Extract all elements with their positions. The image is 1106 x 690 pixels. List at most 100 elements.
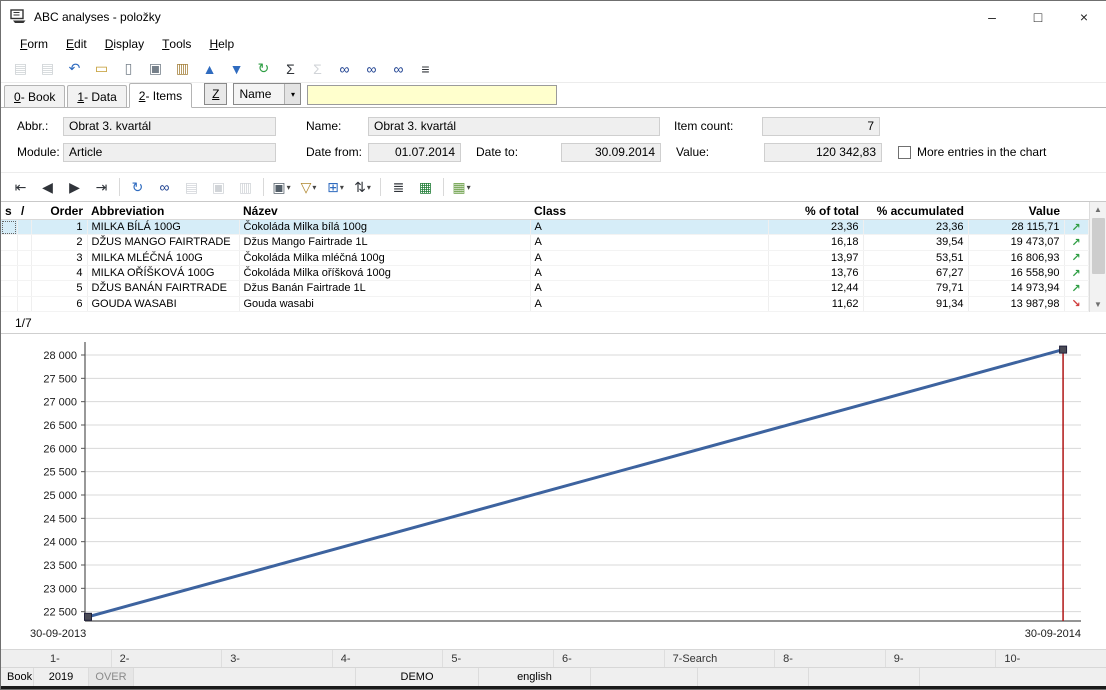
module-field[interactable]: Article [63, 143, 276, 162]
grid-scrollbar[interactable]: ▲ ▼ [1089, 202, 1106, 312]
new-document-icon[interactable]: ▯ [115, 58, 142, 80]
scroll-down-icon[interactable]: ▼ [1090, 297, 1106, 312]
find-options-icon[interactable]: ∞ [385, 58, 412, 80]
refresh-icon[interactable]: ↻ [124, 176, 151, 198]
open-icon[interactable]: ▭ [88, 58, 115, 80]
y-tick-label: 22 500 [43, 607, 77, 619]
sum-icon[interactable]: Σ [277, 58, 304, 80]
date-to-label: Date to: [476, 145, 561, 159]
column-header-pct_acc[interactable]: % accumulated [863, 202, 968, 220]
column-header-sel[interactable]: s [1, 202, 17, 220]
cell-order: 3 [31, 250, 87, 265]
end-marker[interactable] [1060, 346, 1067, 353]
function-key-5[interactable]: 5- [443, 650, 554, 667]
z-toggle-label: Z [212, 87, 219, 101]
move-down-icon[interactable]: ▼ [223, 58, 250, 80]
copy-icon[interactable]: ▣ [142, 58, 169, 80]
menu-item-form[interactable]: Form [11, 32, 57, 55]
tab-2-items[interactable]: 2 - Items [129, 83, 192, 108]
z-toggle-button[interactable]: Z [204, 83, 227, 105]
start-marker[interactable] [85, 613, 92, 620]
column-header-pct_total[interactable]: % of total [768, 202, 863, 220]
minimize-button[interactable]: – [969, 1, 1015, 32]
item-count-field[interactable]: 7 [762, 117, 880, 136]
status-cell-spacer-2 [591, 668, 698, 686]
name-field[interactable]: Obrat 3. kvartál [368, 117, 660, 136]
maximize-button[interactable]: □ [1015, 1, 1061, 32]
form-row-2: Module: Article Date from: 01.07.2014 Da… [1, 141, 1106, 163]
function-key-2[interactable]: 2- [112, 650, 223, 667]
form-row-1: Abbr.: Obrat 3. kvartál Name: Obrat 3. k… [1, 115, 1106, 137]
table-row[interactable]: 1MILKA BÍLÁ 100GČokoláda Milka bílá 100g… [1, 220, 1088, 235]
function-key-8[interactable]: 8- [775, 650, 886, 667]
function-key-4[interactable]: 4- [333, 650, 444, 667]
column-header-class[interactable]: Class [530, 202, 768, 220]
search-input[interactable] [307, 85, 557, 105]
y-tick-label: 27 500 [43, 373, 77, 385]
cell-order: 2 [31, 235, 87, 250]
abbr-field[interactable]: Obrat 3. kvartál [63, 117, 276, 136]
column-header-nazev[interactable]: Název [239, 202, 530, 220]
menu-item-edit[interactable]: Edit [57, 32, 96, 55]
value-line [88, 350, 1063, 617]
view-window-icon[interactable]: ⊞▾ [322, 176, 349, 198]
column-header-value[interactable]: Value [968, 202, 1064, 220]
table-row[interactable]: 2DŽUS MANGO FAIRTRADEDžus Mango Fairtrad… [1, 235, 1088, 250]
previous-record-icon[interactable]: ◀ [34, 176, 61, 198]
column-select-icon[interactable]: ≣ [385, 176, 412, 198]
column-header-order[interactable]: Order [31, 202, 87, 220]
date-to-field[interactable]: 30.09.2014 [561, 143, 661, 162]
next-record-icon[interactable]: ▶ [61, 176, 88, 198]
column-header-trend[interactable] [1064, 202, 1088, 220]
function-key-10[interactable]: 10- [996, 650, 1106, 667]
function-key-9[interactable]: 9- [886, 650, 997, 667]
move-up-icon[interactable]: ▲ [196, 58, 223, 80]
cell-abbreviation: MILKA MLÉČNÁ 100G [87, 250, 239, 265]
items-grid: s/OrderAbbreviationNázevClass% of total%… [1, 201, 1106, 312]
undo-icon[interactable]: ↶ [61, 58, 88, 80]
find-row-icon[interactable]: ∞ [151, 176, 178, 198]
cell-abbreviation: DŽUS BANÁN FAIRTRADE [87, 281, 239, 296]
value-field[interactable]: 120 342,83 [764, 143, 882, 162]
recalculate-icon[interactable]: ↻ [250, 58, 277, 80]
last-record-icon[interactable]: ⇥ [88, 176, 115, 198]
cell-trend: ↗ [1064, 250, 1088, 265]
function-key-1[interactable]: 1- [1, 650, 112, 667]
more-entries-checkbox[interactable] [898, 146, 911, 159]
tab-1-data[interactable]: 1 - Data [67, 85, 126, 107]
scroll-up-icon[interactable]: ▲ [1090, 202, 1106, 217]
status-cell-spacer-1 [134, 668, 356, 686]
cell-trend: ↗ [1064, 235, 1088, 250]
menu-item-display[interactable]: Display [96, 32, 153, 55]
column-header-abbreviation[interactable]: Abbreviation [87, 202, 239, 220]
table-options-icon[interactable]: ▦▾ [448, 176, 475, 198]
column-header-slash[interactable]: / [17, 202, 31, 220]
tab-0-book[interactable]: 0 - Book [4, 85, 65, 107]
function-key-6[interactable]: 6- [554, 650, 665, 667]
filter-icon[interactable]: ▽▾ [295, 176, 322, 198]
export-excel-icon[interactable]: ▦ [412, 176, 439, 198]
scroll-thumb[interactable] [1092, 218, 1105, 274]
sort-icon[interactable]: ⇅▾ [349, 176, 376, 198]
find-icon[interactable]: ∞ [331, 58, 358, 80]
search-column-select[interactable]: Name ▾ [233, 83, 301, 105]
table-row[interactable]: 4MILKA OŘÍŠKOVÁ 100GČokoláda Milka oříšk… [1, 265, 1088, 280]
table-row[interactable]: 6GOUDA WASABIGouda wasabiA11,6291,3413 9… [1, 296, 1088, 311]
find-next-icon[interactable]: ∞ [358, 58, 385, 80]
close-button[interactable]: × [1061, 1, 1106, 32]
chevron-down-icon[interactable]: ▾ [284, 84, 300, 104]
cell-pct_acc: 39,54 [863, 235, 968, 250]
snapshot-icon[interactable]: ▣▾ [268, 176, 295, 198]
scroll-track[interactable] [1090, 217, 1106, 297]
table-row[interactable]: 3MILKA MLÉČNÁ 100GČokoláda Milka mléčná … [1, 250, 1088, 265]
first-record-icon[interactable]: ⇤ [7, 176, 34, 198]
notebook-icon[interactable]: ▥ [169, 58, 196, 80]
list-menu-icon[interactable]: ≡ [412, 58, 439, 80]
table-row[interactable]: 5DŽUS BANÁN FAIRTRADEDžus Banán Fairtrad… [1, 281, 1088, 296]
function-key-7[interactable]: 7-Search [665, 650, 776, 667]
function-key-3[interactable]: 3- [222, 650, 333, 667]
cell-value: 13 987,98 [968, 296, 1064, 311]
menu-item-help[interactable]: Help [200, 32, 243, 55]
date-from-field[interactable]: 01.07.2014 [368, 143, 461, 162]
menu-item-tools[interactable]: Tools [153, 32, 200, 55]
